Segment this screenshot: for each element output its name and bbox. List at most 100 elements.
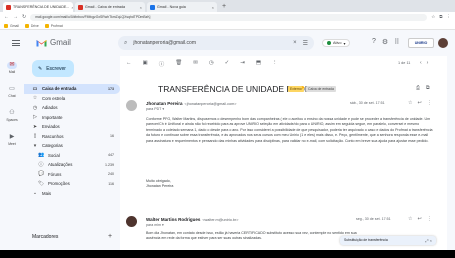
- gmail-logo[interactable]: Gmail: [36, 38, 71, 47]
- gmail-favicon-icon: [78, 4, 83, 10]
- status-indicator[interactable]: Ativo ▾: [322, 39, 351, 47]
- recipient-line[interactable]: para PDT ▾: [146, 107, 164, 111]
- sidebar-item-count: 1.239: [105, 162, 114, 167]
- sidebar-item-mais[interactable]: ⌄ Mais: [24, 189, 120, 199]
- sidebar-item-icon: ☆: [32, 95, 38, 102]
- mark-unread-icon[interactable]: ✉: [193, 60, 198, 68]
- sidebar-item-label: Com estrela: [42, 95, 66, 101]
- bookmark-item[interactable]: Profmat: [44, 23, 63, 28]
- browser-tab-1[interactable]: TRANSFERÊNCIA DE UNIDADE... ×: [3, 2, 73, 12]
- rail-item-spaces[interactable]: ⚇ Spaces: [0, 110, 24, 122]
- sidebar-item-label: Rascunhos: [42, 133, 64, 139]
- search-icon[interactable]: ⌕: [124, 40, 127, 47]
- sidebar-item-rascunhos[interactable]: ▯ Rascunhos 16: [24, 132, 120, 142]
- search-bar[interactable]: ⌕ jhonatanperoria@gmail.com × ☰: [118, 36, 314, 50]
- open-new-window-icon[interactable]: ⧉: [426, 85, 430, 91]
- close-icon[interactable]: ×: [71, 5, 73, 10]
- help-icon[interactable]: ?: [372, 38, 376, 46]
- more-vert-icon[interactable]: ⋮: [447, 14, 452, 20]
- chevron-right-icon[interactable]: ›: [427, 60, 429, 66]
- inbox-label-chip[interactable]: Caixa de entrada: [306, 86, 336, 92]
- screen: TRANSFERÊNCIA DE UNIDADE... × Gmail - Ca…: [0, 0, 455, 258]
- chevron-down-icon: ▾: [343, 41, 346, 46]
- move-to-icon[interactable]: ⇥: [240, 60, 245, 68]
- sidebar-item-fóruns[interactable]: 💬 Fóruns 240: [24, 170, 120, 180]
- forward-arrow-icon[interactable]: →: [13, 14, 18, 20]
- importance-marker-icon[interactable]: ➤: [301, 85, 305, 91]
- tab-label: TRANSFERÊNCIA DE UNIDADE...: [13, 5, 70, 9]
- sidebar-item-caixa-de-entrada[interactable]: ▭ Caixa de entrada 173: [24, 84, 120, 94]
- recipient-line[interactable]: para mim ▾: [146, 223, 164, 227]
- rail-item-meet[interactable]: ▶ Meet: [0, 134, 24, 146]
- expand-icon[interactable]: ⤢ ×: [425, 236, 436, 245]
- reply-icon[interactable]: ↩: [417, 216, 421, 222]
- sender-name[interactable]: Walter Martins Rodrigues <walter.m@unirio…: [146, 217, 239, 222]
- page-favicon-icon: [150, 4, 155, 10]
- filter-options-icon[interactable]: ☰: [303, 40, 308, 47]
- message-actions: ☆ ↩ ⋮: [408, 100, 432, 106]
- sidebar-item-label: Adiados: [42, 105, 58, 111]
- star-icon[interactable]: ☆: [431, 14, 435, 20]
- rail-item-mail[interactable]: ✉ Mail: [0, 62, 24, 74]
- sidebar-item-promoções[interactable]: 🏷 Promoções 116: [24, 179, 120, 189]
- sidebar-item-com-estrela[interactable]: ☆ Com estrela: [24, 94, 120, 104]
- search-input[interactable]: jhonatanperoria@gmail.com: [133, 40, 287, 46]
- side-panel-rail: [447, 56, 455, 250]
- browser-tab-3[interactable]: Gmail - Nova guia ×: [147, 2, 217, 12]
- sender-avatar[interactable]: [126, 100, 137, 111]
- delete-icon[interactable]: 🗑: [175, 60, 182, 68]
- sender-name[interactable]: Jhonatan Pereira <jhonatanperoria@gmail.c…: [146, 101, 237, 106]
- extension-icon[interactable]: ⧉: [439, 14, 442, 20]
- star-icon[interactable]: ☆: [408, 100, 412, 106]
- rail-item-chat[interactable]: ▭ Chat: [0, 86, 24, 98]
- sidebar-item-icon: ▯: [33, 133, 37, 140]
- sidebar-item-importante[interactable]: ▷ Importante: [24, 113, 120, 123]
- sidebar-item-icon: ▭: [32, 85, 38, 92]
- close-icon[interactable]: ×: [140, 5, 142, 10]
- clear-icon[interactable]: ×: [293, 40, 297, 46]
- snooze-icon[interactable]: ◷: [209, 60, 214, 68]
- folder-icon: [44, 23, 49, 28]
- add-task-icon[interactable]: ✓: [225, 60, 230, 68]
- screen-bezel: [0, 250, 455, 258]
- sidebar-item-atualizações[interactable]: ⓘ Atualizações 1.239: [24, 160, 120, 170]
- more-vert-icon[interactable]: ⋮: [427, 100, 432, 106]
- new-tab-button[interactable]: +: [219, 2, 229, 12]
- star-icon[interactable]: ☆: [408, 216, 412, 222]
- sidebar-item-icon: 🏷: [38, 180, 45, 187]
- bookmark-item[interactable]: Drive: [24, 23, 39, 28]
- more-vert-icon[interactable]: ⋮: [272, 60, 278, 68]
- pencil-icon: ✎: [38, 65, 43, 72]
- sender-avatar[interactable]: [126, 216, 137, 227]
- reply-icon[interactable]: ↩: [417, 100, 421, 106]
- back-arrow-icon[interactable]: ←: [4, 14, 9, 20]
- organization-logo[interactable]: UNIRIO: [408, 38, 434, 48]
- settings-gear-icon[interactable]: ⚙: [382, 38, 388, 46]
- sender-email: <jhonatanperoria@gmail.com>: [184, 102, 237, 106]
- bookmark-item[interactable]: Gmail: [4, 23, 19, 28]
- browser-tab-2[interactable]: Gmail - Caixa de entrada ×: [75, 2, 145, 12]
- close-icon[interactable]: ×: [212, 5, 214, 10]
- reload-icon[interactable]: ↻: [22, 14, 26, 20]
- account-avatar[interactable]: [438, 38, 448, 48]
- report-spam-icon[interactable]: ⓘ: [159, 60, 165, 68]
- sidebar-item-enviados[interactable]: ➤ Enviados: [24, 122, 120, 132]
- chat-popup-bar[interactable]: Substituição de transferência ⤢ ×: [340, 236, 436, 245]
- add-label-button[interactable]: +: [108, 233, 112, 240]
- apps-grid-icon[interactable]: ⠿: [394, 38, 399, 46]
- address-bar[interactable]: mail.google.com/mail/u/0/#inbox/FMfcgzGx…: [30, 13, 428, 21]
- sidebar-item-social[interactable]: 👥 Social 447: [24, 151, 120, 161]
- sidebar-item-adiados[interactable]: ◷ Adiados: [24, 103, 120, 113]
- sidebar-nav: ▭ Caixa de entrada 173 ☆ Com estrela ◷ Adiados…: [24, 84, 120, 198]
- label-icon[interactable]: ⬒: [256, 60, 261, 68]
- chevron-left-icon[interactable]: ‹: [420, 60, 422, 66]
- compose-button[interactable]: ✎ Escrever: [32, 60, 74, 77]
- print-icon[interactable]: ⎙: [416, 85, 420, 91]
- back-arrow-icon[interactable]: ←: [126, 60, 132, 68]
- header-icons: ? ⚙ ⠿: [372, 38, 399, 46]
- main-menu-icon[interactable]: [12, 40, 20, 46]
- more-vert-icon[interactable]: ⋮: [427, 216, 432, 222]
- sidebar-item-categorias[interactable]: ▾ Categorias: [24, 141, 120, 151]
- archive-icon[interactable]: ▣: [143, 60, 148, 68]
- sidebar-item-label: Promoções: [48, 181, 70, 187]
